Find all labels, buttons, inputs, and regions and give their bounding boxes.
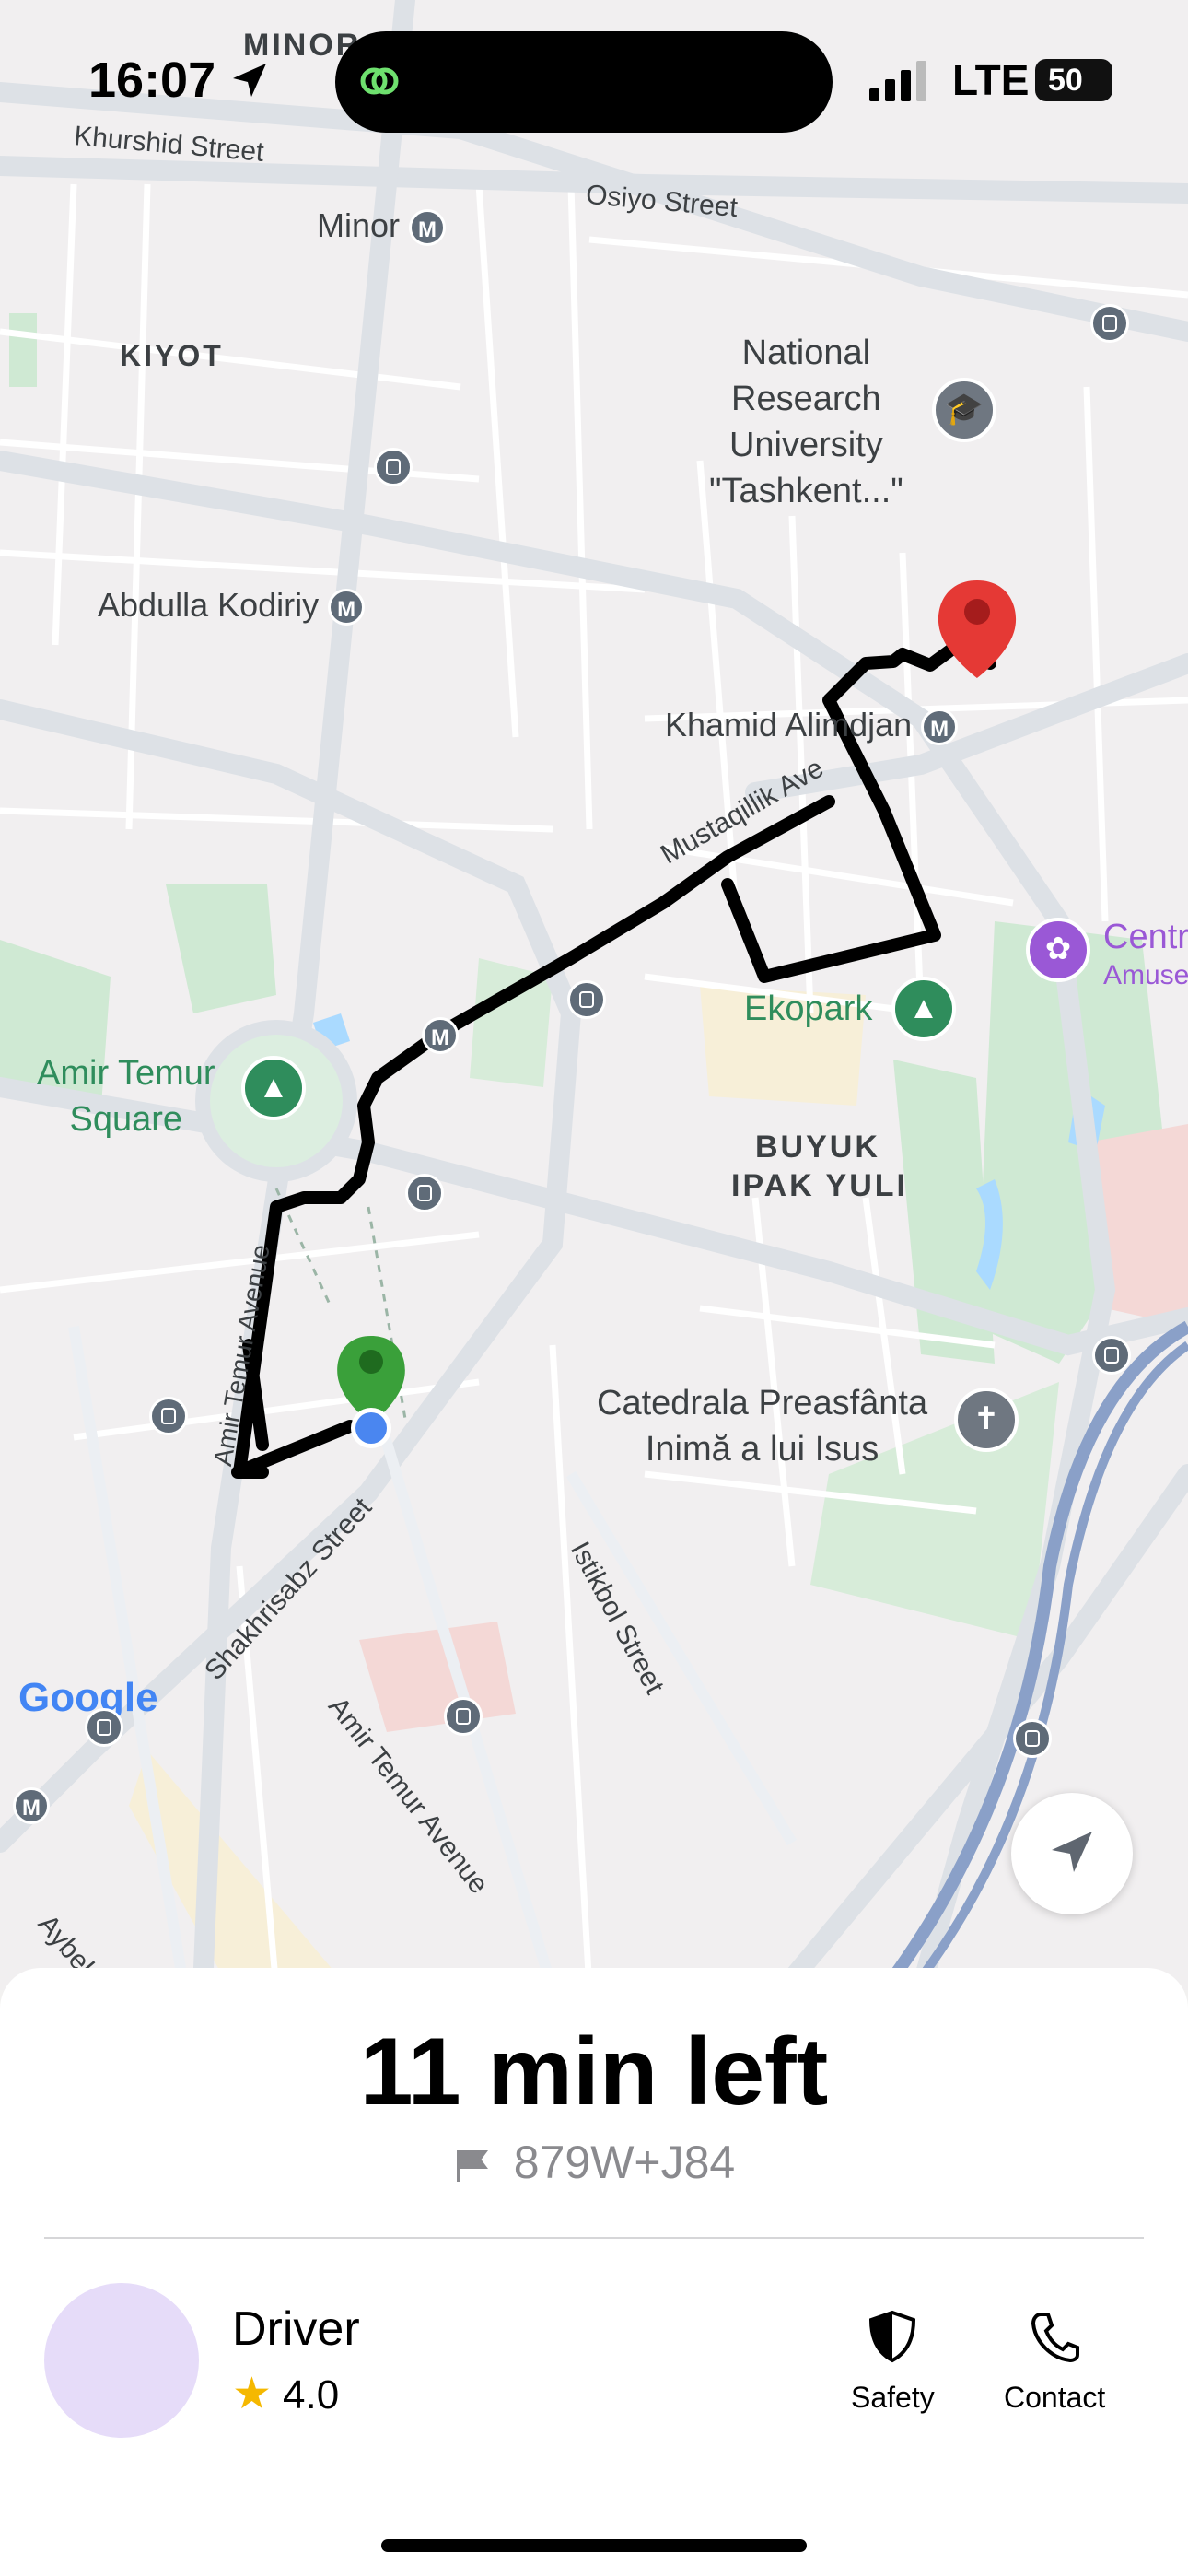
destination-code: 879W+J84: [513, 2137, 736, 2188]
bus-stop-icon[interactable]: [374, 448, 413, 486]
google-logo: Google: [18, 1675, 158, 1720]
label-university: National Research University "Tashkent..…: [709, 334, 903, 510]
network-type: LTE: [952, 56, 1030, 104]
label-minor-station: Minor M: [317, 206, 447, 247]
bus-stop-icon[interactable]: [85, 1708, 123, 1747]
label-amuse: Amuse: [1103, 960, 1188, 990]
bus-stop-icon[interactable]: [1092, 1336, 1131, 1375]
star-icon: ★: [232, 2370, 273, 2418]
status-bar: 16:07 LTE 50: [0, 0, 1188, 157]
locate-button[interactable]: [1011, 1793, 1133, 1914]
tree-icon[interactable]: ▲: [241, 1056, 306, 1120]
label-ekopark: Ekopark: [744, 989, 873, 1028]
bus-stop-icon[interactable]: [149, 1397, 188, 1435]
divider: [44, 2237, 1144, 2239]
battery-icon: 50: [1035, 59, 1112, 101]
eta-title: 11 min left: [359, 2019, 829, 2125]
destination-row: 879W+J84: [0, 2136, 1188, 2189]
contact-label: Contact: [1004, 2381, 1106, 2414]
driver-avatar[interactable]: [44, 2283, 199, 2438]
bus-stop-icon[interactable]: [567, 980, 606, 1019]
app-link-icon: [360, 67, 399, 95]
contact-button[interactable]: Contact: [1004, 2309, 1105, 2415]
label-abdulla-kodiriy: Abdulla Kodiriy M: [98, 586, 366, 626]
metro-icon: M: [328, 589, 366, 626]
map-view[interactable]: MINOR Khurshid Street Osiyo Street Minor…: [0, 0, 1188, 1990]
metro-icon: M: [921, 708, 959, 746]
status-time: 16:07: [88, 52, 270, 109]
label-kiyot: KIYOT: [120, 339, 224, 372]
label-center: Centr: [1103, 918, 1188, 956]
signal-icon: [869, 61, 926, 101]
church-icon[interactable]: ✝: [954, 1388, 1019, 1452]
university-icon[interactable]: 🎓: [932, 378, 996, 442]
location-arrow-icon: [233, 64, 267, 97]
flag-icon: [456, 2150, 488, 2182]
metro-icon: M: [422, 1017, 459, 1054]
label-ipak-yuli: IPAK YULI: [731, 1168, 908, 1203]
navigation-arrow-icon: [1052, 1832, 1092, 1872]
safety-button[interactable]: Safety: [851, 2309, 935, 2415]
bus-stop-icon[interactable]: [1013, 1719, 1052, 1758]
amusement-icon[interactable]: ✿: [1026, 918, 1090, 982]
home-indicator[interactable]: [381, 2539, 807, 2552]
label-cathedral: Catedrala Preasfânta Inimă a lui Isus: [597, 1384, 928, 1469]
bus-stop-icon[interactable]: [1090, 304, 1129, 343]
metro-icon: M: [409, 209, 447, 247]
safety-label: Safety: [851, 2381, 935, 2414]
bus-stop-icon[interactable]: [444, 1697, 483, 1736]
phone-icon: [1031, 2313, 1080, 2363]
bus-stop-icon[interactable]: [405, 1174, 444, 1212]
label-amir-temur-square: Amir Temur Square: [37, 1054, 215, 1139]
dynamic-island: [335, 31, 833, 133]
destination-pin-icon: [938, 580, 1017, 678]
metro-icon: M: [13, 1787, 50, 1824]
tree-icon[interactable]: ▲: [891, 977, 956, 1041]
label-buyuk: BUYUK: [755, 1130, 880, 1165]
driver-rating: ★ 4.0: [232, 2370, 340, 2418]
label-khamid-alimdjan: Khamid Alimdjan M: [665, 706, 959, 746]
driver-name: Driver: [232, 2302, 360, 2356]
shield-icon: [869, 2310, 916, 2363]
